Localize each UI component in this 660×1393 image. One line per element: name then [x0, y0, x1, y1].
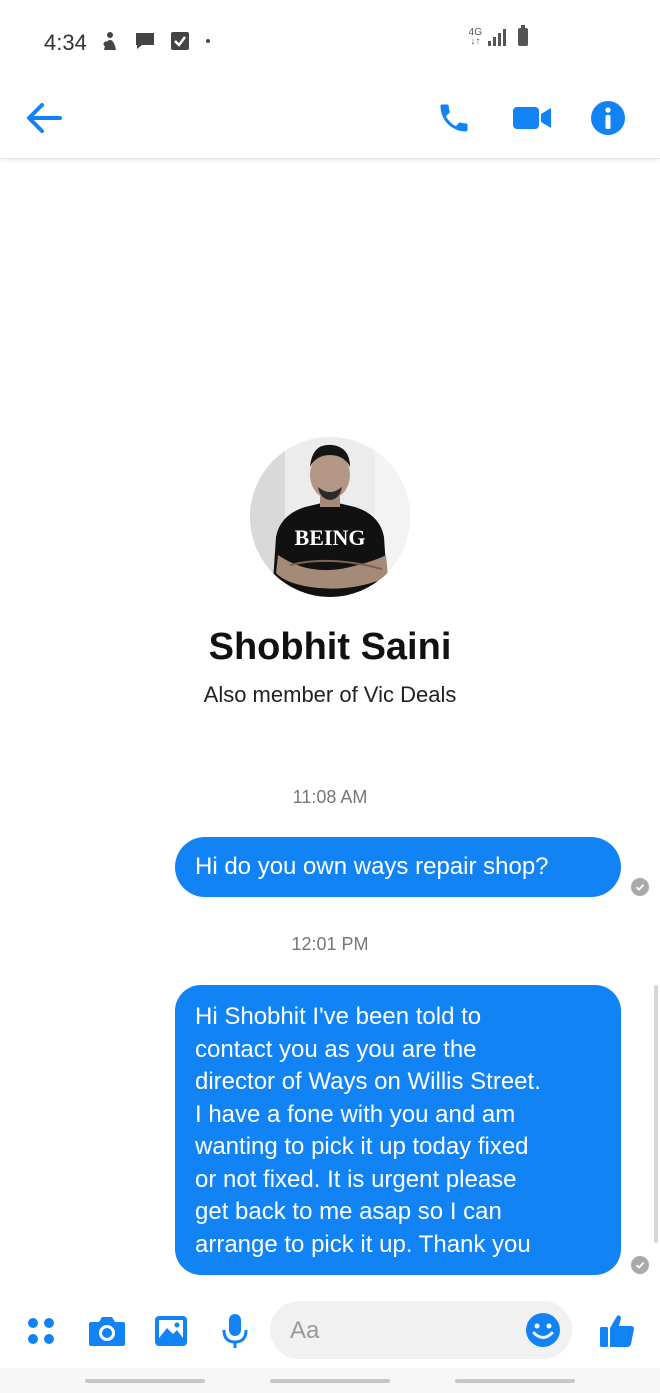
voice-button[interactable]: [212, 1308, 258, 1354]
info-button[interactable]: [584, 94, 632, 142]
message-bubble[interactable]: Hi Shobhit I've been told to contact you…: [175, 985, 621, 1275]
video-camera-icon: [513, 107, 551, 129]
message-line: get back to me asap so I can: [195, 1198, 502, 1225]
network-type: 4G ↓↑: [468, 27, 482, 47]
message-bubble[interactable]: Hi do you own ways repair shop?: [175, 837, 621, 897]
profile-photo: BEING: [250, 437, 410, 597]
camera-button[interactable]: [84, 1308, 130, 1354]
message-input[interactable]: [288, 1301, 512, 1361]
contact-subtitle: Also member of Vic Deals: [203, 682, 457, 707]
microphone-icon: [222, 1314, 248, 1348]
message-line: contact you as you are the: [195, 1035, 477, 1063]
like-button[interactable]: [594, 1308, 640, 1354]
call-button[interactable]: [430, 94, 478, 142]
app-notification-icon: [103, 32, 116, 50]
gallery-button[interactable]: [148, 1308, 194, 1354]
nav-recents[interactable]: [85, 1379, 205, 1383]
phone-icon: [440, 104, 468, 132]
scrollbar[interactable]: [654, 985, 658, 1243]
shirt-print: BEING: [295, 525, 366, 550]
emoji-icon[interactable]: [524, 1311, 562, 1349]
message-text: Hi do you own ways repair shop?: [195, 853, 549, 880]
nav-back[interactable]: [455, 1379, 575, 1383]
contact-name[interactable]: Shobhit Saini: [0, 626, 660, 669]
dot-icon: [206, 39, 210, 43]
nav-home[interactable]: [270, 1379, 390, 1383]
message-line: wanting to pick it up today fixed: [195, 1133, 529, 1160]
video-call-button[interactable]: [508, 94, 556, 142]
message-timestamp: 11:08 AM: [292, 787, 368, 807]
battery-icon: [518, 25, 528, 46]
apps-icon: [28, 1318, 54, 1344]
status-time: 4:34: [44, 30, 87, 55]
sent-check-icon: [631, 1256, 649, 1274]
message-line: director of Ways on Willis Street.: [195, 1068, 541, 1095]
message-line: arrange to pick it up. Thank you: [195, 1230, 531, 1258]
camera-icon: [89, 1317, 125, 1346]
notification-icons: [100, 30, 212, 52]
message-line: Hi Shobhit I've been told to: [195, 1003, 482, 1030]
signal-icon: [488, 29, 506, 46]
info-icon: [591, 101, 625, 135]
sent-check-icon: [631, 878, 649, 896]
system-indicators: 4G ↓↑: [468, 25, 528, 47]
checkbox-notification-icon: [171, 32, 189, 50]
message-input-box[interactable]: [270, 1301, 572, 1361]
message-notification-icon: [136, 33, 154, 49]
message-line: I have a fone with you and am: [195, 1100, 516, 1128]
message-timestamp: 12:01 PM: [291, 934, 369, 954]
gallery-icon: [155, 1316, 187, 1346]
thumbs-up-icon: [600, 1315, 634, 1347]
message-composer: [0, 1296, 660, 1366]
message-line: or not fixed. It is urgent please: [195, 1165, 517, 1193]
system-nav-bar: [0, 1368, 660, 1393]
back-button[interactable]: [20, 94, 68, 142]
more-actions-button[interactable]: [18, 1308, 64, 1354]
avatar[interactable]: BEING: [250, 437, 410, 597]
chat-header: [0, 80, 660, 159]
status-bar: 4:34 4G ↓↑: [0, 0, 660, 80]
arrow-left-icon: [27, 103, 62, 133]
